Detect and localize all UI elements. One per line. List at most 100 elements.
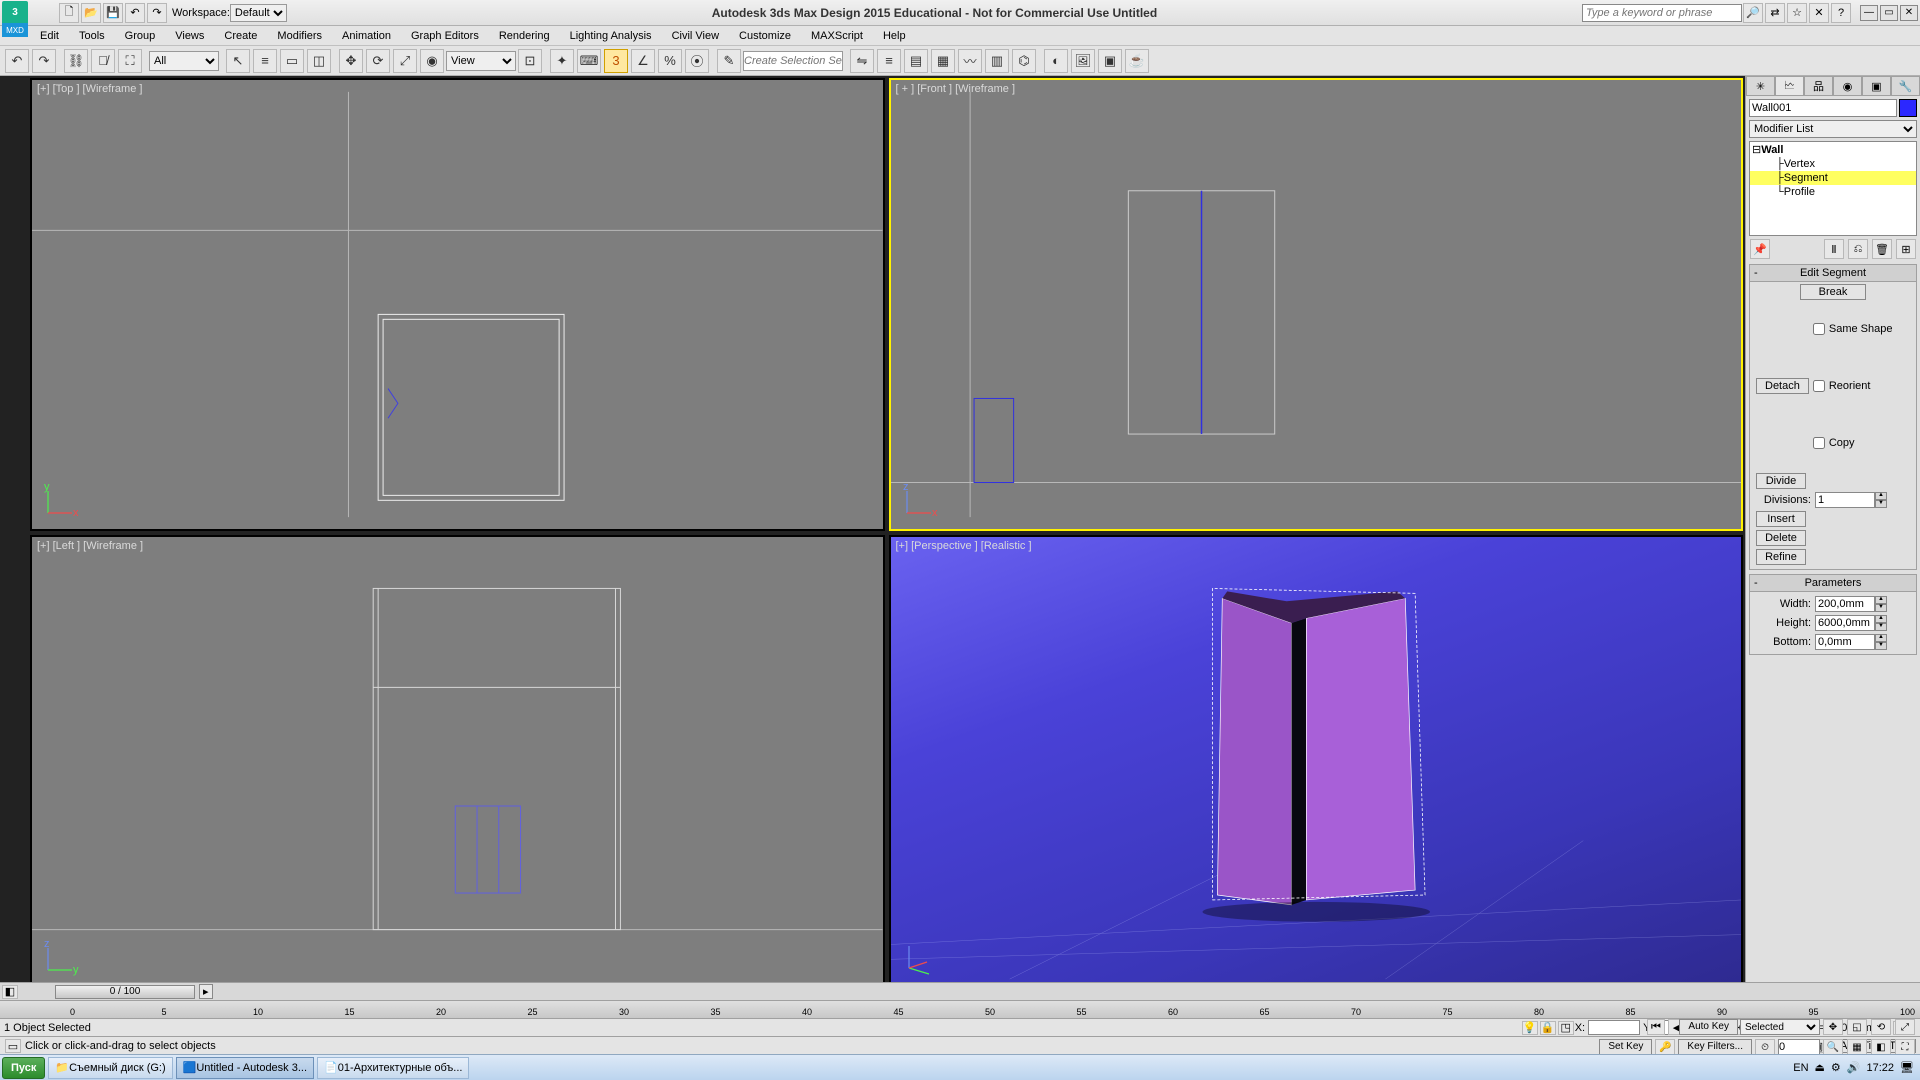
align-icon[interactable]: ≡ (877, 49, 901, 73)
new-icon[interactable]: 🗋 (59, 3, 79, 23)
divide-button[interactable]: Divide (1756, 473, 1806, 489)
nav-orbit-icon[interactable]: ⟲ (1871, 1019, 1891, 1035)
taskbar-item[interactable]: 📁 Съемный диск (G:) (48, 1057, 172, 1079)
menu-group[interactable]: Group (115, 28, 166, 44)
key-filter-select[interactable]: Selected (1740, 1019, 1820, 1035)
viewport-perspective[interactable]: [+] [Perspective ] [Realistic ] (889, 535, 1744, 988)
select-region-icon[interactable]: ▭ (280, 49, 304, 73)
tab-utilities[interactable]: 🔧 (1891, 76, 1920, 95)
help-icon[interactable]: ? (1831, 3, 1851, 23)
nav-zoom-icon[interactable]: 🔍 (1823, 1039, 1843, 1055)
mirror-icon[interactable]: ⇋ (850, 49, 874, 73)
menu-civilview[interactable]: Civil View (662, 28, 729, 44)
timeconfig-icon[interactable]: ◧ (2, 985, 18, 999)
search-icon[interactable]: 🔎 (1743, 3, 1763, 23)
rotate-icon[interactable]: ⟳ (366, 49, 390, 73)
taskbar-item[interactable]: 🟦 Untitled - Autodesk 3... (176, 1057, 314, 1079)
render-icon[interactable]: ☕ (1125, 49, 1149, 73)
named-selection-input[interactable] (743, 51, 843, 71)
exchange-icon[interactable]: ✕ (1809, 3, 1829, 23)
menu-maxscript[interactable]: MAXScript (801, 28, 873, 44)
menu-views[interactable]: Views (165, 28, 214, 44)
make-unique-icon[interactable]: ⎌ (1848, 239, 1868, 259)
viewport-left[interactable]: [+] [Left ] [Wireframe ] zy (30, 535, 885, 988)
angle-snap-icon[interactable]: ∠ (631, 49, 655, 73)
menu-rendering[interactable]: Rendering (489, 28, 560, 44)
keyfilters-button[interactable]: Key Filters... (1678, 1039, 1752, 1055)
nav-fov-icon[interactable]: ◧ (1871, 1039, 1891, 1055)
time-slider[interactable]: 0 / 100 (55, 985, 195, 999)
undo-button[interactable]: ↶ (5, 49, 29, 73)
layers-icon[interactable]: ▤ (904, 49, 928, 73)
tray-icon[interactable]: 🔊 (1847, 1061, 1861, 1074)
bind-icon[interactable]: ⛶ (118, 49, 142, 73)
reorient-check[interactable] (1813, 380, 1825, 392)
bottom-input[interactable] (1815, 634, 1875, 650)
taskbar-item[interactable]: 📄 01-Архитектурные объ... (317, 1057, 469, 1079)
copy-check[interactable] (1813, 437, 1825, 449)
schematic-icon[interactable]: ⌬ (1012, 49, 1036, 73)
scale-icon[interactable]: ⤢ (393, 49, 417, 73)
modifier-stack[interactable]: ⊟ Wall ├ Vertex ├ Segment └ Profile (1749, 141, 1917, 236)
pin-stack-icon[interactable]: 📌 (1750, 239, 1770, 259)
menu-edit[interactable]: Edit (30, 28, 69, 44)
material-editor-icon[interactable]: ◐ (1044, 49, 1068, 73)
named-sel-edit-icon[interactable]: ✎ (717, 49, 741, 73)
menu-modifiers[interactable]: Modifiers (267, 28, 332, 44)
time-config-icon[interactable]: ⏲ (1755, 1039, 1775, 1055)
tab-hierarchy[interactable]: 品 (1804, 76, 1833, 95)
insert-button[interactable]: Insert (1756, 511, 1806, 527)
timeline-ruler[interactable]: 0510152025303540455055606570758085909510… (0, 1001, 1920, 1019)
menu-help[interactable]: Help (873, 28, 916, 44)
render-setup-icon[interactable]: 🖼 (1071, 49, 1095, 73)
tab-modify[interactable]: 🗠 (1775, 76, 1804, 95)
object-color-swatch[interactable] (1899, 99, 1917, 117)
unlink-icon[interactable]: ⛓̸ (91, 49, 115, 73)
delete-button[interactable]: Delete (1756, 530, 1806, 546)
curve-editor-icon[interactable]: 〰 (958, 49, 982, 73)
dope-sheet-icon[interactable]: ▥ (985, 49, 1009, 73)
selection-filter[interactable]: All (149, 51, 219, 71)
snaps-toggle[interactable]: 3 (604, 49, 628, 73)
pivot-icon[interactable]: ⊡ (518, 49, 542, 73)
refine-button[interactable]: Refine (1756, 549, 1806, 565)
save-icon[interactable]: 💾 (103, 3, 123, 23)
nav-zoomall-icon[interactable]: ▦ (1847, 1039, 1867, 1055)
close-button[interactable]: ✕ (1900, 5, 1918, 21)
menu-tools[interactable]: Tools (69, 28, 115, 44)
ref-coord-select[interactable]: View (446, 51, 516, 71)
nav-pan-icon[interactable]: ✥ (1823, 1019, 1843, 1035)
render-frame-icon[interactable]: ▣ (1098, 49, 1122, 73)
key-icon[interactable]: 🔑 (1655, 1039, 1675, 1055)
connect-icon[interactable]: ⇄ (1765, 3, 1785, 23)
detach-button[interactable]: Detach (1756, 378, 1809, 394)
rollout-header[interactable]: Parameters (1750, 575, 1916, 592)
nav-dolly-icon[interactable]: ⤢ (1895, 1019, 1915, 1035)
minimize-button[interactable]: — (1860, 5, 1878, 21)
menu-grapheditors[interactable]: Graph Editors (401, 28, 489, 44)
placement-icon[interactable]: ◉ (420, 49, 444, 73)
workspace-select[interactable]: Default (230, 4, 287, 22)
tray-icon[interactable]: ⚙ (1831, 1061, 1841, 1074)
viewport-top[interactable]: [+] [Top ] [Wireframe ] yx (30, 78, 885, 531)
object-name-input[interactable] (1749, 99, 1897, 117)
open-icon[interactable]: 📂 (81, 3, 101, 23)
prompt-icon[interactable]: ▭ (5, 1039, 21, 1053)
move-icon[interactable]: ✥ (339, 49, 363, 73)
clock[interactable]: 17:22 (1867, 1062, 1895, 1074)
width-input[interactable] (1815, 596, 1875, 612)
configure-sets-icon[interactable]: ⊞ (1896, 239, 1916, 259)
menu-customize[interactable]: Customize (729, 28, 801, 44)
same-shape-check[interactable] (1813, 323, 1825, 335)
viewport-front[interactable]: [ + ] [Front ] [Wireframe ] zx (889, 78, 1744, 531)
tray-icon[interactable]: 🖥 (1900, 1061, 1914, 1074)
select-icon[interactable]: ↖ (226, 49, 250, 73)
tray-icon[interactable]: ⏏ (1815, 1061, 1825, 1074)
height-input[interactable] (1815, 615, 1875, 631)
setkey-button[interactable]: Set Key (1599, 1039, 1652, 1055)
layer-explorer-icon[interactable]: ▦ (931, 49, 955, 73)
autokey-button[interactable]: Auto Key (1679, 1019, 1738, 1035)
tab-create[interactable]: ✳ (1746, 76, 1775, 95)
slider-handle-icon[interactable]: ▸ (199, 984, 213, 999)
nav-max-icon[interactable]: ⛶ (1895, 1039, 1915, 1055)
